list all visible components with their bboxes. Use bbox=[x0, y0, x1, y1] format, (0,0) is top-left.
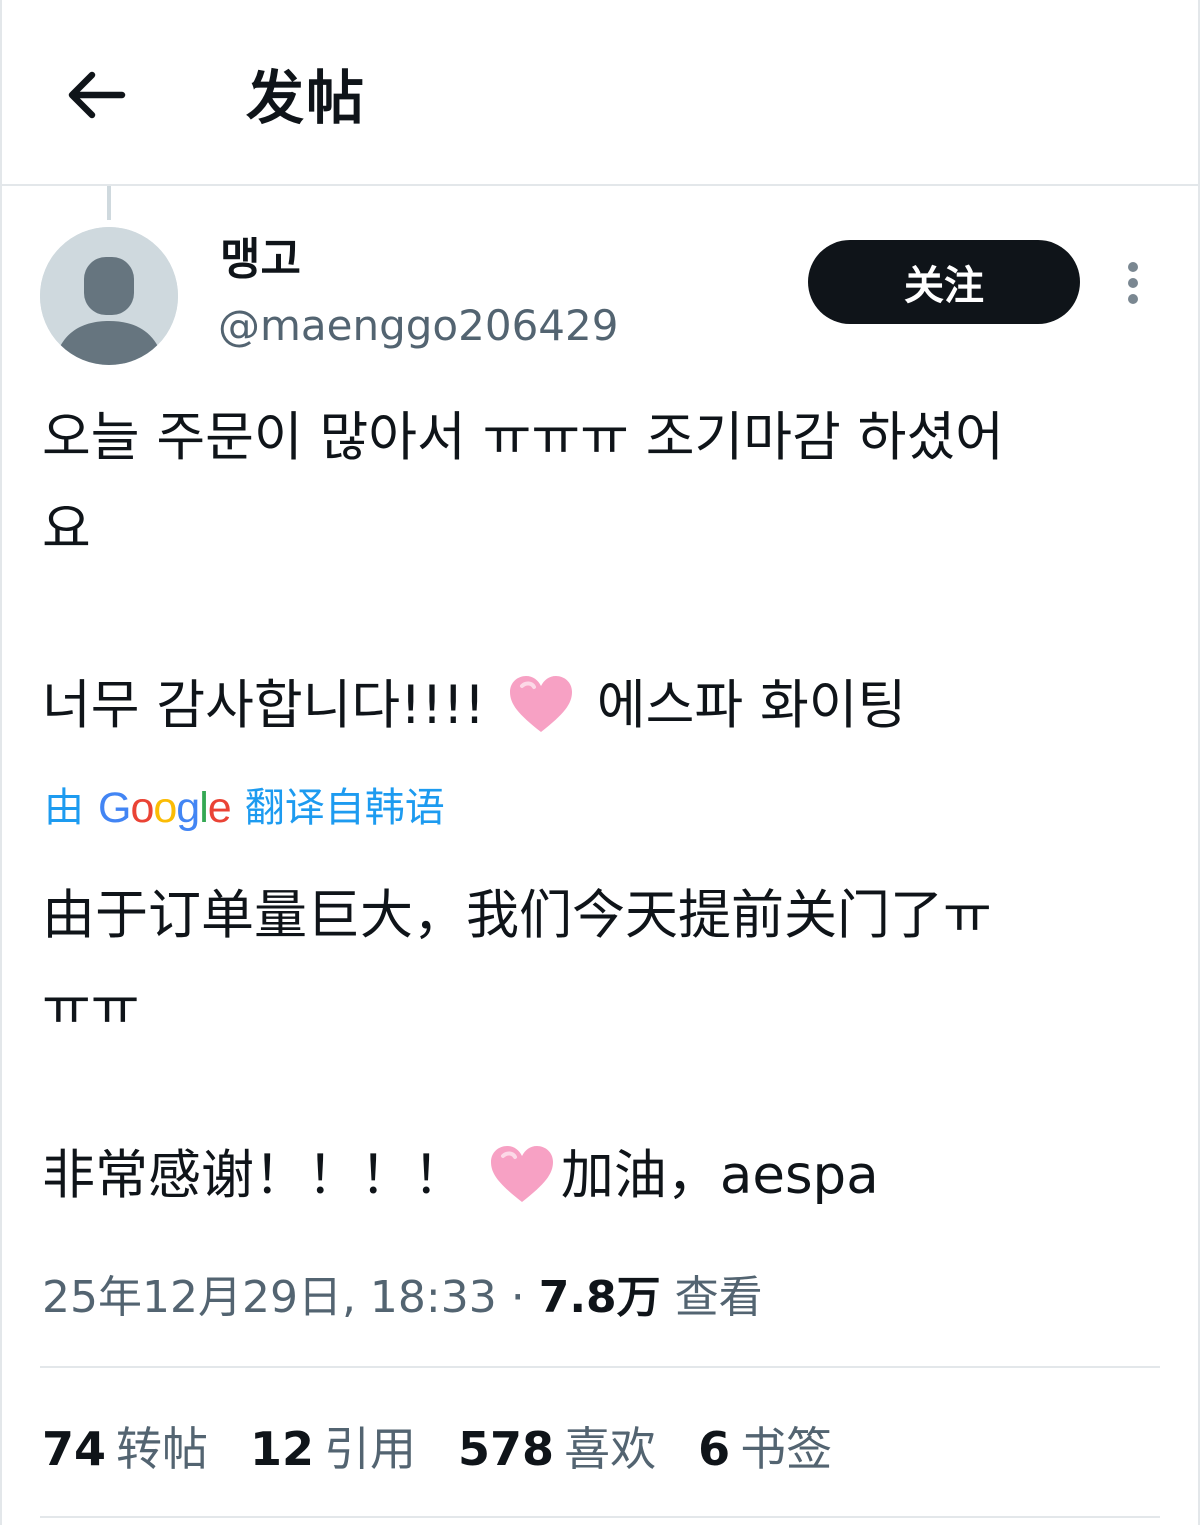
more-options-button[interactable] bbox=[1112, 256, 1154, 310]
page-title: 发帖 bbox=[246, 64, 367, 132]
views-count: 7.8万 bbox=[538, 1272, 661, 1323]
likes-stat[interactable]: 578 喜欢 bbox=[458, 1418, 656, 1480]
likes-label: 喜欢 bbox=[564, 1422, 657, 1476]
reposts-stat[interactable]: 74 转帖 bbox=[42, 1418, 208, 1480]
tweet-text-segment: 에스파 화이팅 bbox=[580, 675, 907, 736]
author-name[interactable]: 맹고 bbox=[220, 230, 301, 290]
back-button[interactable] bbox=[55, 55, 135, 135]
likes-count: 578 bbox=[458, 1422, 555, 1476]
bookmarks-label: 书签 bbox=[740, 1422, 833, 1476]
translation-attribution-link[interactable]: 由 Google 翻译自韩语 bbox=[44, 780, 445, 836]
translated-text-segment: 加油，aespa bbox=[560, 1145, 879, 1206]
more-vertical-icon bbox=[1128, 262, 1138, 272]
default-avatar-icon bbox=[40, 227, 178, 365]
reposts-count: 74 bbox=[42, 1422, 107, 1476]
more-vertical-icon-dot bbox=[1128, 294, 1138, 304]
author-handle[interactable]: @maenggo206429 bbox=[218, 298, 618, 354]
google-logo: Google bbox=[98, 784, 232, 832]
bookmarks-count: 6 bbox=[698, 1422, 731, 1476]
views-label: 查看 bbox=[660, 1272, 763, 1323]
divider bbox=[40, 1516, 1160, 1518]
tweet-text-line: 너무 감사합니다!!!! 에스파 화이팅 bbox=[42, 660, 906, 752]
translate-prefix: 由 bbox=[44, 785, 84, 831]
reposts-label: 转帖 bbox=[116, 1422, 209, 1476]
translated-text-line: 非常感谢！！！！ 加油，aespa bbox=[42, 1130, 879, 1222]
pink-heart-icon bbox=[490, 1146, 553, 1203]
bookmarks-stat[interactable]: 6 书签 bbox=[698, 1418, 832, 1480]
frame-border-left bbox=[0, 0, 2, 1525]
quotes-stat[interactable]: 12 引用 bbox=[250, 1418, 416, 1480]
tweet-text-line: 요 bbox=[42, 499, 91, 560]
pink-heart-icon bbox=[510, 676, 573, 733]
translated-text-line: 由于订单量巨大，我们今天提前关门了ㅠ bbox=[42, 885, 992, 946]
engagement-stats: 74 转帖 12 引用 578 喜欢 6 书签 bbox=[42, 1418, 832, 1480]
divider bbox=[40, 1366, 1160, 1368]
follow-button[interactable]: 关注 bbox=[808, 240, 1080, 324]
translate-suffix: 翻译自韩语 bbox=[244, 785, 445, 831]
tweet-text-line: 오늘 주문이 많아서 ㅠㅠㅠ 조기마감 하셨어 bbox=[42, 407, 1004, 468]
translated-text-line: ㅠㅠ bbox=[42, 977, 140, 1038]
more-vertical-icon-dot bbox=[1128, 278, 1138, 288]
translated-text-segment: 非常感谢！！！！ bbox=[42, 1145, 483, 1206]
timestamp[interactable]: 25年12月29日, 18:33 · bbox=[42, 1272, 539, 1323]
tweet-meta: 25年12月29日, 18:33 · 7.8万 查看 bbox=[42, 1268, 763, 1328]
quotes-label: 引用 bbox=[324, 1422, 417, 1476]
avatar[interactable] bbox=[40, 227, 178, 365]
quotes-count: 12 bbox=[250, 1422, 315, 1476]
arrow-left-icon bbox=[68, 71, 126, 119]
top-bar: 发帖 bbox=[0, 0, 1200, 186]
thread-connector-line bbox=[107, 186, 111, 220]
tweet-text-segment: 너무 감사합니다!!!! bbox=[42, 675, 503, 736]
